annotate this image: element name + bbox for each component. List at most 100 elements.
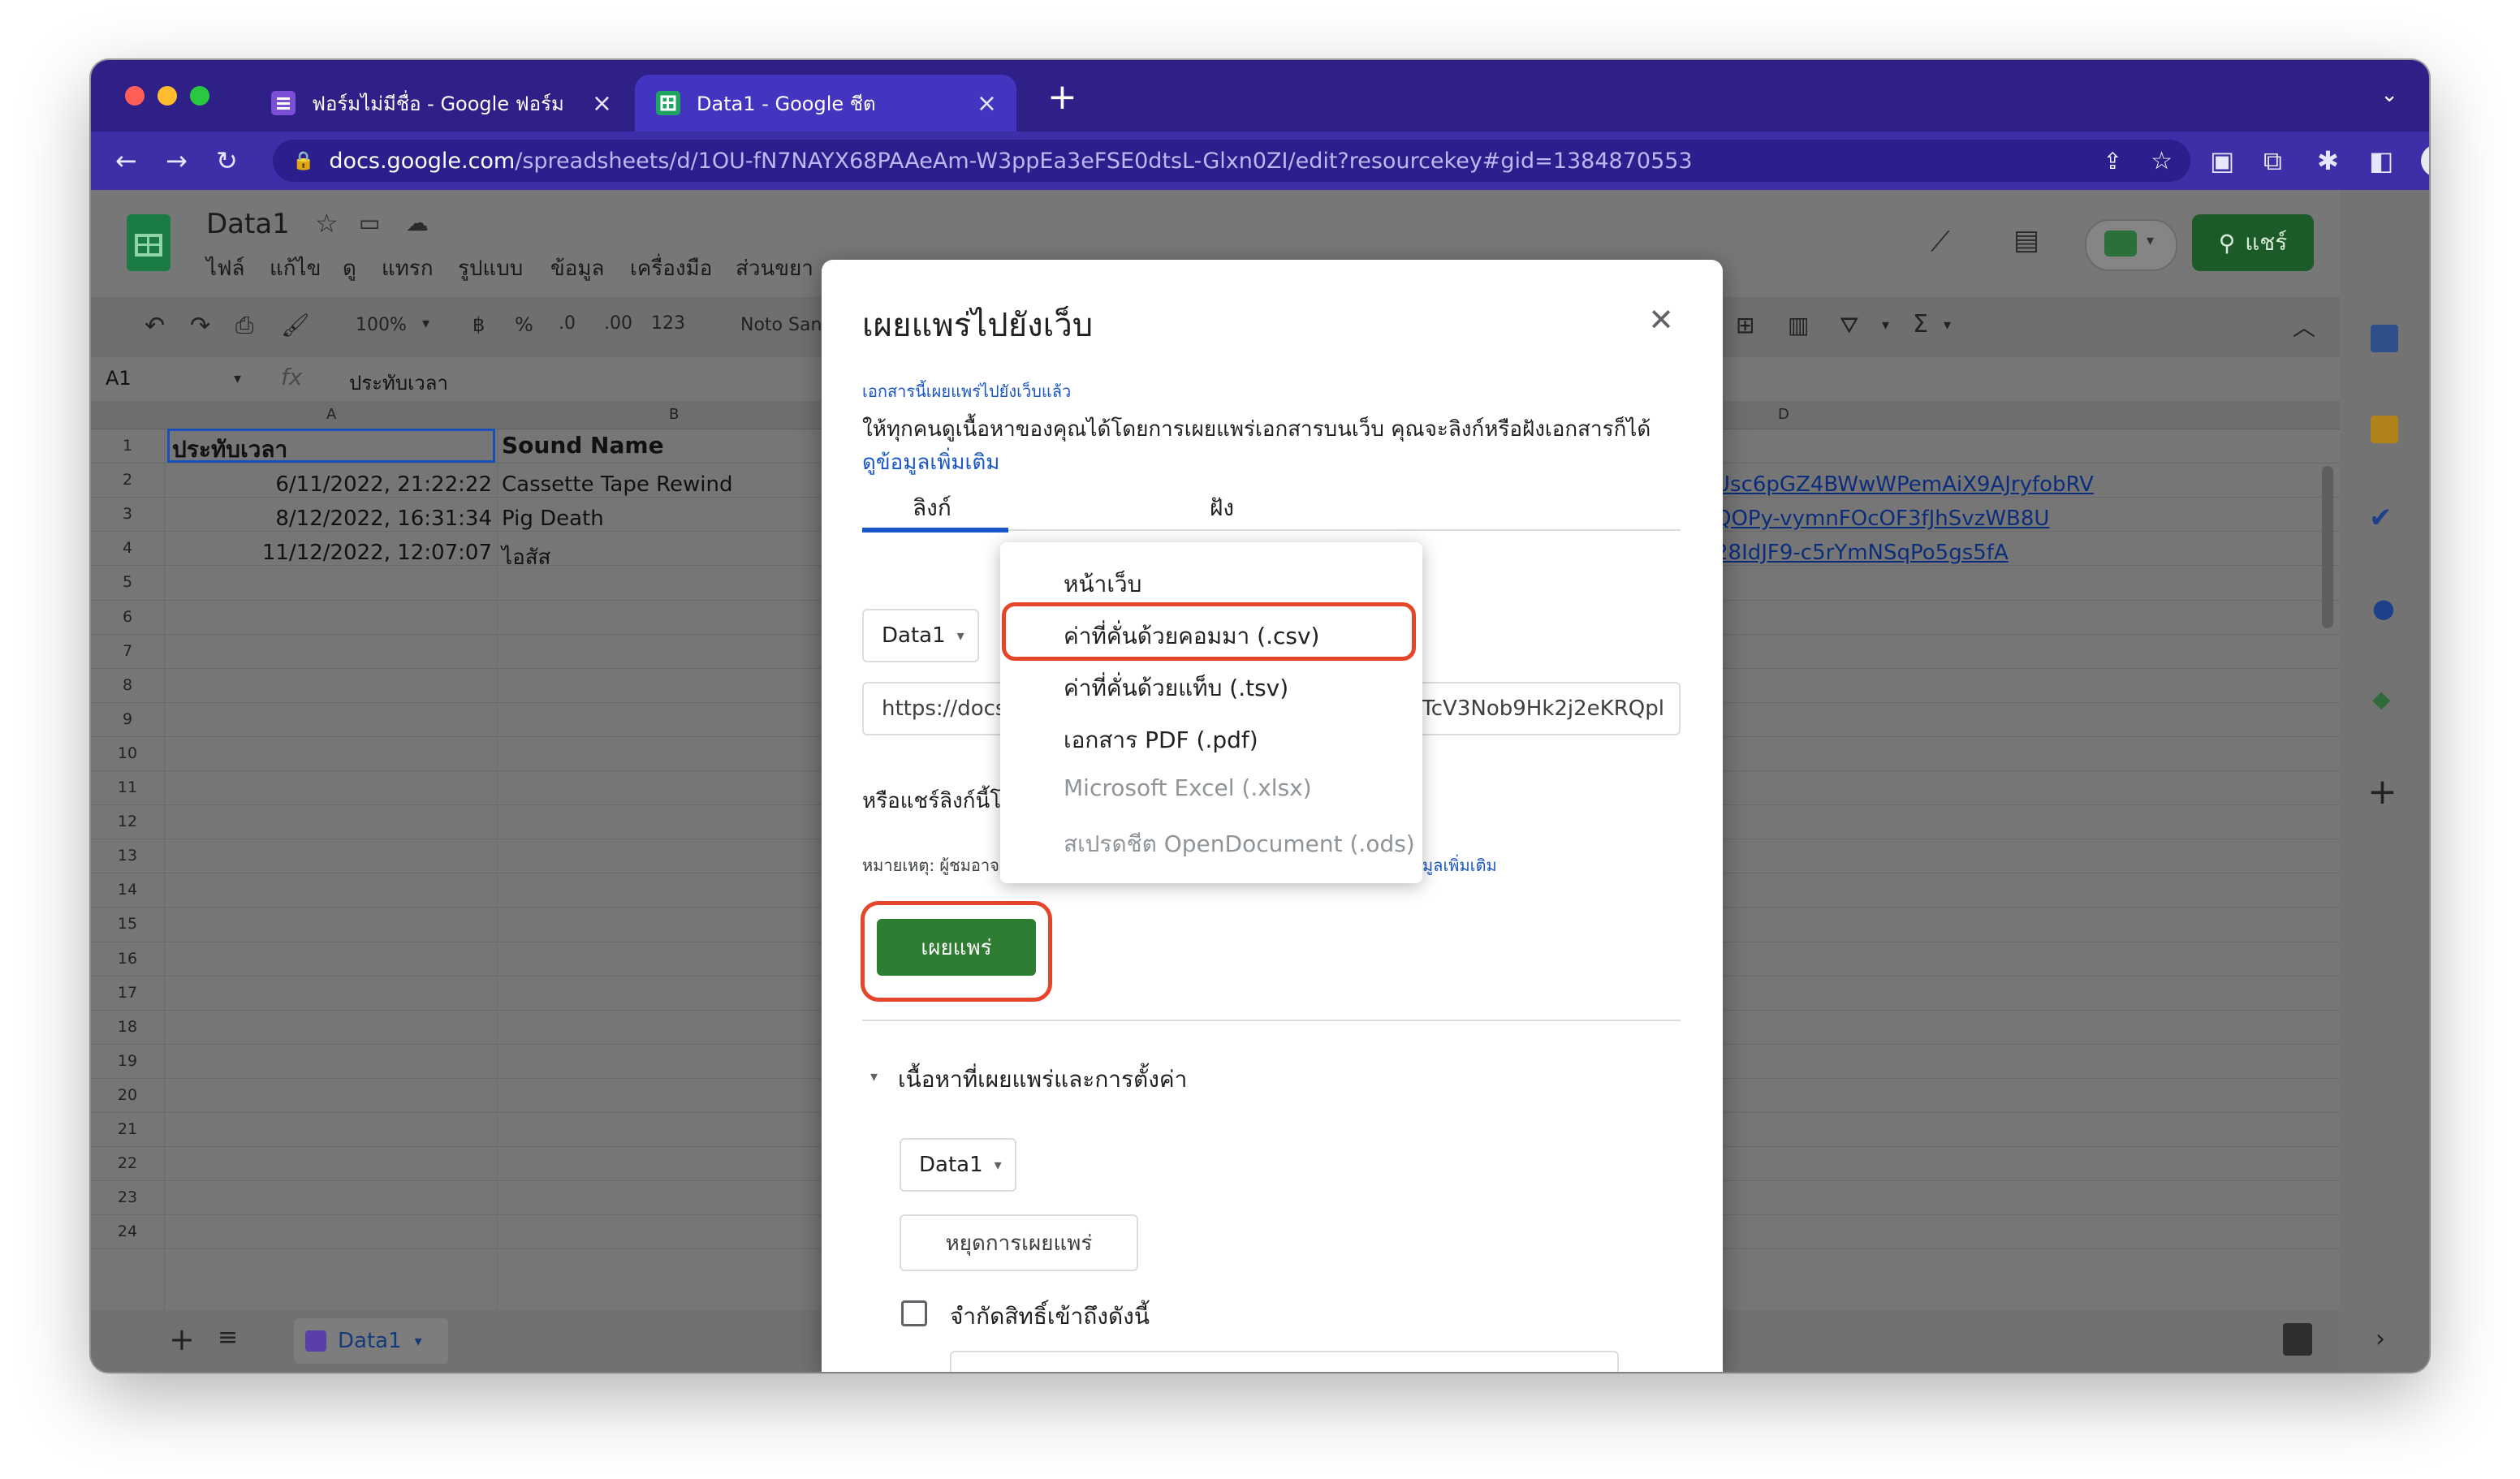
menu-insert[interactable]: แทรก [382,252,434,285]
close-window-button[interactable] [125,86,145,106]
reload-icon[interactable]: ↻ [216,146,238,175]
format-option-webpage[interactable]: หน้าเว็บ [1064,567,1141,602]
back-icon[interactable]: ← [115,146,137,175]
menu-file[interactable]: ไฟล์ [206,252,244,285]
row-number[interactable]: 6 [91,608,164,626]
paint-format-icon[interactable]: 🖌 [281,312,310,338]
header-cell-sound-name[interactable]: Sound Name [502,432,664,459]
print-icon[interactable]: ⎙ [235,312,253,339]
format-option-csv[interactable]: ค่าที่คั่นด้วยคอมมา (.csv) [1064,619,1319,654]
chart-icon[interactable]: ▥ [1788,312,1809,338]
row-number[interactable]: 1 [91,437,164,455]
cell-b2[interactable]: Cassette Tape Rewind [502,472,732,497]
cell-d2[interactable]: Usc6pGZ4BWwWPemAiX9AJryfobRV [1715,472,2094,497]
restrict-access-checkbox[interactable] [901,1300,927,1326]
cell-b4[interactable]: ไอสัส [502,541,550,574]
row-number[interactable]: 7 [91,642,164,660]
add-addon-icon[interactable]: + [2367,771,2397,813]
extensions-icon[interactable]: ✱ [2317,146,2339,175]
profile-avatar[interactable] [2421,144,2429,177]
row-number[interactable]: 17 [91,984,164,1002]
row-number[interactable]: 23 [91,1188,164,1206]
row-number[interactable]: 11 [91,778,164,796]
chevron-down-icon[interactable]: ▾ [870,1068,878,1085]
new-tab-icon[interactable]: + [1047,76,1077,118]
row-number[interactable]: 22 [91,1154,164,1172]
format-option-pdf[interactable]: เอกสาร PDF (.pdf) [1064,722,1258,758]
minimize-window-button[interactable] [158,86,177,106]
percent-button[interactable]: % [515,313,533,336]
sheet-tab-data1[interactable]: Data1 ▾ [294,1318,448,1364]
bookmark-star-icon[interactable]: ☆ [2151,147,2173,175]
menu-view[interactable]: ดู [343,252,356,285]
header-cell-timestamp[interactable]: ประทับเวลา [172,432,287,468]
row-number[interactable]: 3 [91,505,164,523]
translate-icon[interactable]: ⧉ [2263,146,2282,175]
cell-a2[interactable]: 6/11/2022, 21:22:22 [172,472,492,497]
row-number[interactable]: 19 [91,1052,164,1070]
row-number[interactable]: 18 [91,1018,164,1036]
restrict-access-field[interactable] [950,1351,1619,1372]
cell-a3[interactable]: 8/12/2022, 16:31:34 [172,507,492,531]
increase-decimal-button[interactable]: .00 [604,313,632,334]
sheet-select[interactable]: Data1 ▾ [862,609,979,662]
tab-embed[interactable]: ฝัง [1210,490,1234,526]
row-number[interactable]: 24 [91,1222,164,1240]
row-number[interactable]: 21 [91,1120,164,1138]
column-header-d[interactable]: D [1778,406,1789,423]
comments-icon[interactable]: ▤ [2013,224,2039,257]
expand-panel-icon[interactable]: › [2375,1325,2385,1353]
learn-more-link[interactable]: ดูข้อมูลเพิ่มเติม [862,451,999,475]
tasks-icon[interactable]: ✔ [2369,502,2393,534]
cast-icon[interactable]: ▣ [2210,146,2234,175]
column-header-b[interactable]: B [669,406,679,423]
undo-icon[interactable]: ↶ [145,312,165,340]
row-number[interactable]: 12 [91,813,164,830]
share-button[interactable]: ⚲ แชร์ [2192,214,2314,271]
sidepanel-icon[interactable]: ◧ [2369,146,2393,175]
menu-extensions[interactable]: ส่วนขยา [736,252,813,285]
name-box[interactable]: A1 [106,367,132,390]
column-header-a[interactable]: A [326,406,336,423]
address-bar[interactable]: 🔒 docs.google.com/spreadsheets/d/1OU-fN7… [273,140,2190,182]
row-number[interactable]: 20 [91,1086,164,1104]
row-number[interactable]: 8 [91,676,164,694]
tab-forms[interactable]: ฟอร์มไม่มีชื่อ - Google ฟอร์ม × [250,75,632,132]
note-learn-more-link[interactable]: มูลเพิ่มเติม [1422,852,1497,878]
close-tab-icon[interactable]: × [592,89,612,118]
move-folder-icon[interactable]: ▭ [359,209,380,236]
zoom-select[interactable]: 100% [356,315,407,335]
chevron-down-icon[interactable]: ⌄ [2380,83,2398,107]
decrease-decimal-button[interactable]: .0 [559,313,576,334]
forward-icon[interactable]: → [166,146,188,175]
menu-tools[interactable]: เครื่องมือ [630,252,712,285]
keep-icon[interactable] [2371,416,2398,443]
row-number[interactable]: 2 [91,471,164,489]
cell-a4[interactable]: 11/12/2022, 12:07:07 [172,541,492,565]
stop-publishing-button[interactable]: หยุดการเผยแพร่ [900,1214,1138,1271]
menu-data[interactable]: ข้อมูล [550,252,604,285]
contacts-icon[interactable]: ● [2372,593,2395,623]
zoom-window-button[interactable] [190,86,209,106]
settings-section-title[interactable]: เนื้อหาที่เผยแพร่และการตั้งค่า [898,1062,1187,1097]
row-number[interactable]: 10 [91,744,164,762]
vertical-scrollbar[interactable] [2322,466,2333,628]
row-number[interactable]: 16 [91,950,164,968]
font-select[interactable]: Noto San [740,315,822,335]
tab-sheets[interactable]: Data1 - Google ชีต × [635,75,1016,132]
cell-b3[interactable]: Pig Death [502,507,604,531]
redo-icon[interactable]: ↷ [190,312,210,340]
row-number[interactable]: 9 [91,710,164,728]
all-sheets-icon[interactable]: ≡ [218,1323,238,1352]
publish-button[interactable]: เผยแพร่ [877,919,1036,976]
star-icon[interactable]: ☆ [315,208,339,239]
calendar-icon[interactable] [2371,325,2398,352]
row-number[interactable]: 15 [91,915,164,933]
row-number[interactable]: 5 [91,573,164,591]
maps-icon[interactable]: ⬥ [2372,683,2390,715]
meet-button[interactable]: ▾ [2085,219,2177,271]
formula-input[interactable]: ประทับเวลา [349,367,448,399]
currency-button[interactable]: ฿ [472,313,485,336]
row-number[interactable]: 13 [91,847,164,865]
cell-d4[interactable]: 28IdJF9-c5rYmNSqPo5gs5fA [1715,541,2009,565]
